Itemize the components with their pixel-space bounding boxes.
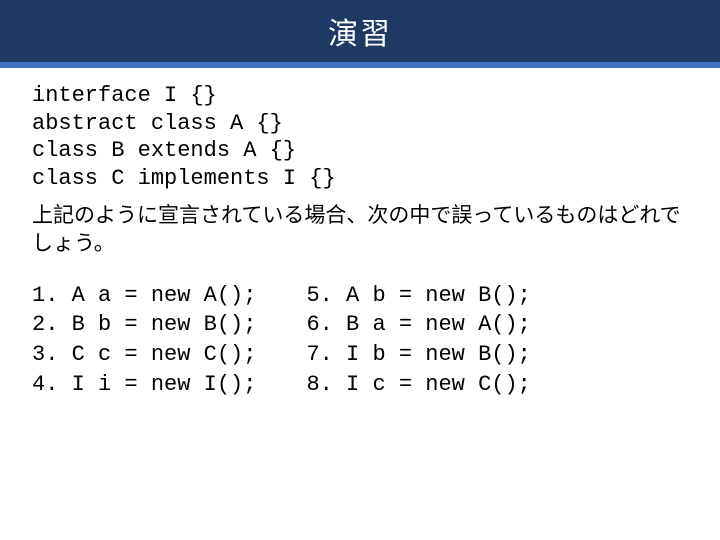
- options-column-left: 1. A a = new A(); 2. B b = new B(); 3. C…: [32, 281, 256, 400]
- options-container: 1. A a = new A(); 2. B b = new B(); 3. C…: [32, 281, 688, 400]
- code-declarations: interface I {} abstract class A {} class…: [32, 82, 688, 192]
- question-text: 上記のように宣言されている場合、次の中で誤っているものはどれでしょう。: [32, 202, 688, 259]
- slide-title: 演習: [328, 9, 392, 53]
- content-area: interface I {} abstract class A {} class…: [0, 68, 720, 399]
- options-column-right: 5. A b = new B(); 6. B a = new A(); 7. I…: [306, 281, 530, 400]
- title-bar: 演習: [0, 0, 720, 62]
